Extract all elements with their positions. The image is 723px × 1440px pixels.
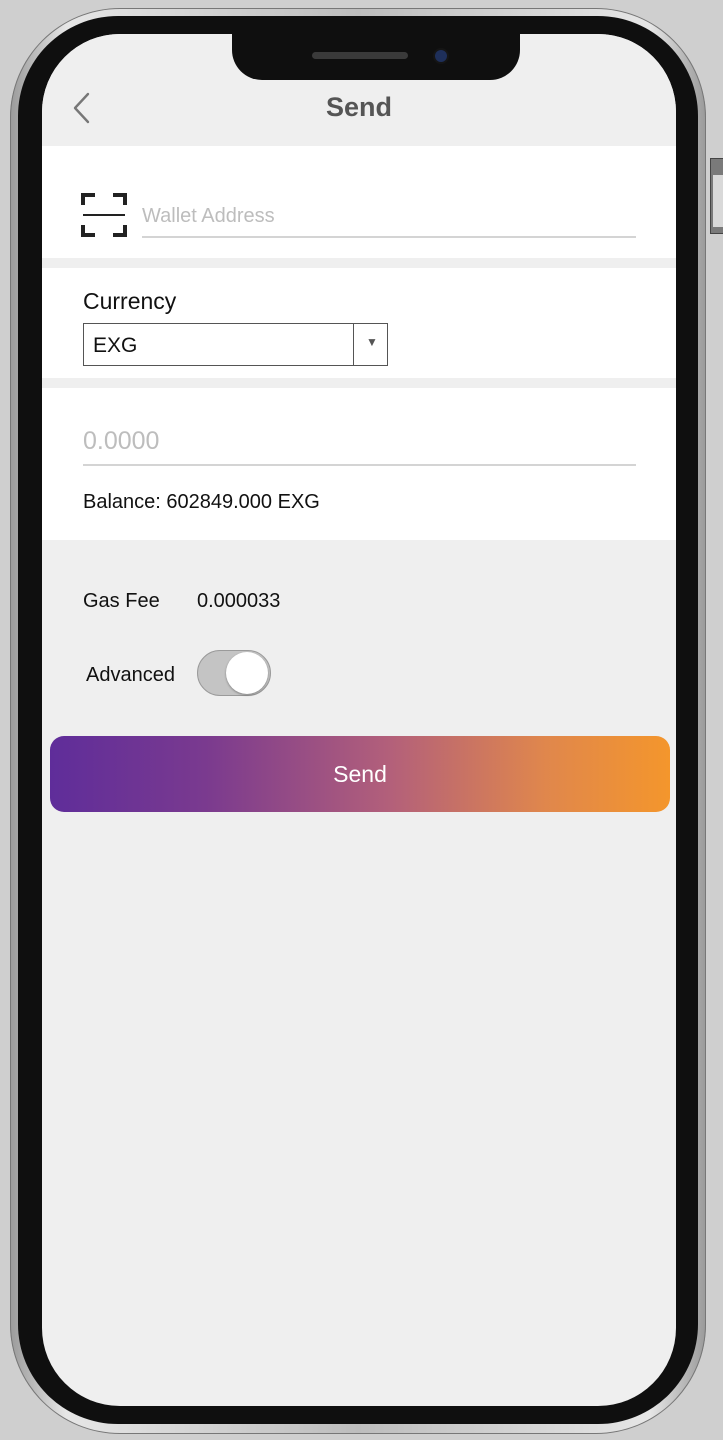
advanced-toggle[interactable] bbox=[197, 650, 271, 696]
currency-label: Currency bbox=[83, 288, 177, 314]
toggle-knob bbox=[226, 652, 268, 694]
page-title: Send bbox=[325, 92, 392, 122]
device-mockup: Send Currency EXG bbox=[0, 0, 723, 1440]
phone-notch bbox=[232, 34, 520, 80]
amount-section: Balance: 602849.000 EXG bbox=[42, 388, 676, 540]
dropdown-arrow-icon: ▼ bbox=[366, 335, 378, 349]
scan-qr-icon[interactable] bbox=[80, 192, 128, 238]
app-screen: Send Currency EXG bbox=[42, 34, 676, 1406]
advanced-label: Advanced bbox=[86, 664, 175, 686]
balance-text: Balance: 602849.000 EXG bbox=[83, 491, 320, 513]
speaker-grille bbox=[312, 52, 408, 59]
gas-fee-label: Gas Fee bbox=[83, 590, 160, 612]
gas-fee-value: 0.000033 bbox=[197, 590, 281, 612]
dropdown-divider bbox=[353, 324, 354, 365]
wallet-address-section bbox=[42, 146, 676, 258]
currency-selected-value: EXG bbox=[93, 334, 138, 357]
wallet-address-input[interactable] bbox=[142, 196, 636, 238]
currency-dropdown[interactable]: EXG ▼ bbox=[83, 323, 388, 366]
amount-input[interactable] bbox=[83, 418, 636, 466]
send-button[interactable]: Send bbox=[50, 736, 670, 812]
currency-section: Currency EXG ▼ bbox=[42, 268, 676, 378]
device-side-button bbox=[710, 158, 723, 234]
front-camera bbox=[435, 50, 447, 62]
